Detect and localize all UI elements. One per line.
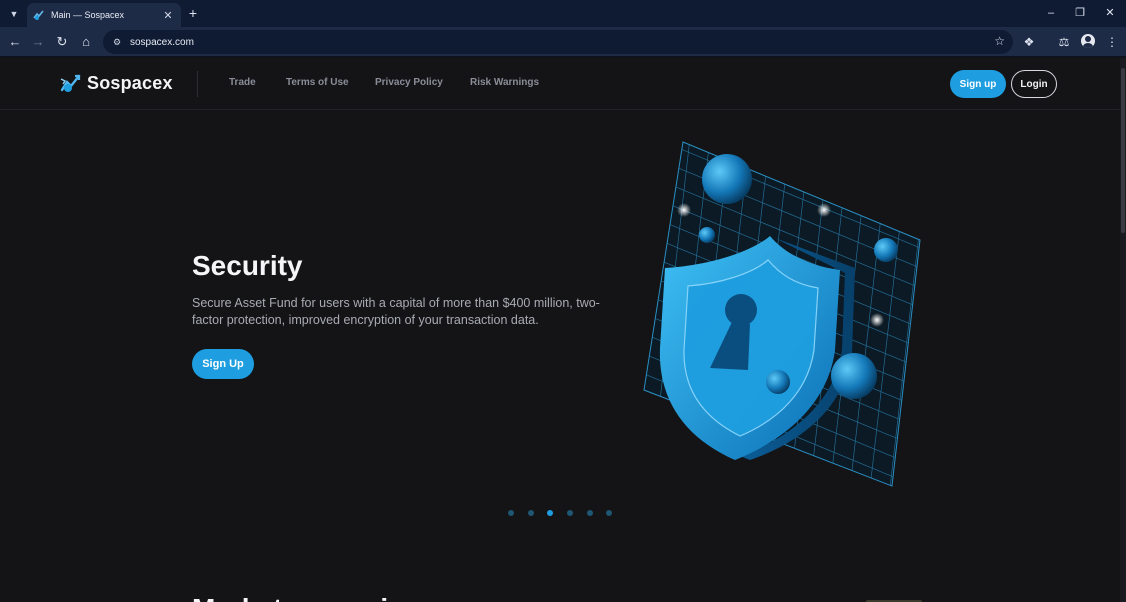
tab-title: Main — Sospacex <box>51 10 125 20</box>
coin-orb <box>702 154 752 204</box>
carousel-dot[interactable] <box>586 510 593 516</box>
header-divider <box>197 71 198 97</box>
security-shield-illustration <box>643 141 921 487</box>
browser-tab[interactable]: Main — Sospacex ✕ <box>27 3 181 27</box>
address-bar[interactable]: ⚙ sospacex.com ☆ <box>103 30 1013 54</box>
sparkle <box>870 313 884 327</box>
section-heading: Markets overview <box>192 593 425 602</box>
site-settings-icon[interactable]: ⚙ <box>111 36 123 48</box>
profile-avatar-icon[interactable] <box>1081 34 1095 48</box>
reload-icon[interactable]: ↻ <box>53 33 71 51</box>
page-viewport: Sospacex Trade Terms of Use Privacy Poli… <box>0 58 1126 602</box>
hero-title: Security <box>192 250 303 281</box>
window-close-icon[interactable]: ✕ <box>1097 4 1123 22</box>
nav-link-risk-warnings[interactable]: Risk Warnings <box>470 77 539 88</box>
coin-orb <box>874 238 898 262</box>
back-arrow-icon[interactable]: ← <box>6 33 24 51</box>
carousel-dot[interactable] <box>508 510 514 516</box>
brand-name: Sospacex <box>87 72 173 93</box>
sparkle <box>817 203 831 217</box>
coin-orb <box>699 227 715 243</box>
minimize-icon[interactable]: – <box>1038 4 1064 22</box>
tab-search-button[interactable]: ▼ <box>5 5 23 23</box>
site-header: Sospacex Trade Terms of Use Privacy Poli… <box>0 58 1120 110</box>
carousel-dot[interactable] <box>606 510 613 516</box>
browser-toolbar: ← → ↻ ⌂ ⚙ sospacex.com ☆ ❖ ⚖ ⋮ <box>0 27 1126 57</box>
menu-kebab-icon[interactable]: ⋮ <box>1103 33 1121 51</box>
hero-description: Secure Asset Fund for users with a capit… <box>192 296 600 327</box>
labs-flask-icon[interactable]: ⚖ <box>1055 33 1073 51</box>
scrollbar-thumb[interactable] <box>1121 68 1125 233</box>
close-icon[interactable]: ✕ <box>161 9 175 22</box>
plus-icon[interactable]: + <box>186 6 200 20</box>
nav-link-terms-of-use[interactable]: Terms of Use <box>286 77 349 88</box>
extensions-icon[interactable]: ❖ <box>1020 33 1038 51</box>
sparkle <box>677 203 691 217</box>
brand-logo[interactable]: Sospacex <box>60 72 173 94</box>
forward-arrow-icon[interactable]: → <box>29 33 47 51</box>
carousel-dot-active[interactable] <box>547 510 554 516</box>
carousel-pagination <box>508 510 626 516</box>
carousel-dot[interactable] <box>527 510 534 516</box>
url-text: sospacex.com <box>130 36 194 48</box>
login-button[interactable]: Login <box>1011 70 1057 98</box>
logo-icon <box>60 74 81 92</box>
chevron-down-icon: ▼ <box>9 9 19 19</box>
hero-signup-button[interactable]: Sign Up <box>192 349 254 379</box>
carousel-dot[interactable] <box>567 510 574 516</box>
home-icon[interactable]: ⌂ <box>77 33 95 51</box>
coin-orb <box>831 353 877 399</box>
nav-link-privacy-policy[interactable]: Privacy Policy <box>375 77 443 88</box>
nav-link-trade[interactable]: Trade <box>229 77 256 88</box>
restore-icon[interactable]: ❐ <box>1067 4 1093 22</box>
coin-orb <box>766 370 790 394</box>
browser-tab-strip: ▼ Main — Sospacex ✕ + – ❐ ✕ <box>0 0 1126 27</box>
signup-button[interactable]: Sign up <box>950 70 1006 98</box>
bookmark-star-icon[interactable]: ☆ <box>994 34 1005 48</box>
favicon-icon <box>33 9 45 21</box>
